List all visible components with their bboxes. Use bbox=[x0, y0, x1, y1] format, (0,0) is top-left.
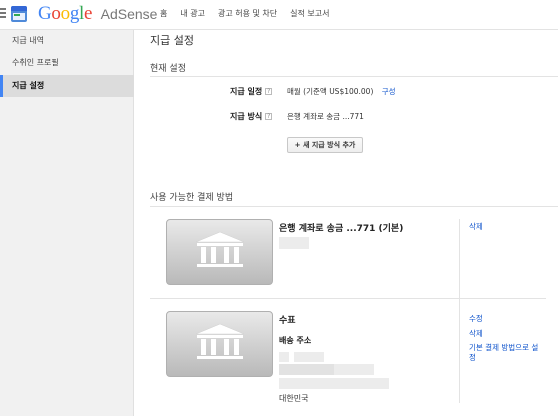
help-icon[interactable]: ? bbox=[265, 88, 273, 95]
page-title: 지급 설정 bbox=[150, 34, 194, 47]
bank-icon bbox=[195, 323, 245, 359]
delete-link[interactable]: 삭제 bbox=[469, 221, 483, 232]
divider bbox=[150, 206, 558, 207]
shipping-country: 대한민국 bbox=[279, 394, 309, 403]
sidebar: 지급 내역 수취인 프로필 지급 설정 bbox=[0, 30, 134, 416]
payment-schedule-label: 지급 일정? bbox=[230, 87, 273, 96]
configure-schedule-link[interactable]: 구성 bbox=[382, 87, 396, 96]
delete-link[interactable]: 삭제 bbox=[469, 328, 483, 339]
main-content: 지급 설정 현재 설정 지급 일정? 매월 (기준액 US$100.00) 구성… bbox=[134, 30, 558, 416]
sidebar-item-payment-history[interactable]: 지급 내역 bbox=[0, 30, 134, 52]
redacted-text bbox=[334, 364, 374, 375]
divider bbox=[150, 76, 558, 77]
payment-method-title: 수표 bbox=[279, 316, 296, 326]
top-bar: Google AdSense 홈 내 광고 광고 허용 및 차단 실적 보고서 bbox=[0, 0, 558, 30]
redacted-text bbox=[279, 364, 339, 375]
bank-transfer-card bbox=[166, 219, 273, 285]
set-default-link[interactable]: 기본 결제 방법으로 설정 bbox=[469, 343, 544, 363]
payment-method-title: 은행 계좌로 송금 ...771 (기본) bbox=[279, 224, 404, 234]
menu-icon[interactable] bbox=[0, 8, 6, 18]
redacted-text bbox=[294, 352, 324, 362]
redacted-text bbox=[279, 237, 309, 249]
brand-logo[interactable]: Google AdSense bbox=[38, 3, 157, 25]
sidebar-item-payee-profile[interactable]: 수취인 프로필 bbox=[0, 52, 134, 74]
redacted-text bbox=[279, 352, 289, 362]
available-methods-heading: 사용 가능한 결제 방법 bbox=[150, 193, 234, 203]
nav-performance-reports[interactable]: 실적 보고서 bbox=[290, 8, 329, 19]
shipping-address-label: 배송 주소 bbox=[279, 336, 312, 345]
edit-link[interactable]: 수정 bbox=[469, 313, 483, 324]
payment-method-label: 지급 방식? bbox=[230, 112, 273, 121]
redacted-text bbox=[279, 378, 389, 389]
current-settings-heading: 현재 설정 bbox=[150, 64, 186, 74]
google-wordmark: Google bbox=[38, 3, 93, 24]
nav-my-ads[interactable]: 내 광고 bbox=[180, 8, 205, 19]
bank-icon bbox=[195, 231, 245, 267]
divider bbox=[150, 298, 546, 299]
add-payment-method-button[interactable]: + 새 지급 방식 추가 bbox=[287, 137, 363, 153]
product-name: AdSense bbox=[100, 6, 158, 22]
nav-home[interactable]: 홈 bbox=[160, 8, 167, 19]
check-card bbox=[166, 311, 273, 377]
payment-method-value: 은행 계좌로 송금 ...771 bbox=[287, 112, 364, 121]
payment-schedule-value: 매월 (기준액 US$100.00) 구성 bbox=[287, 87, 396, 96]
top-nav: 홈 내 광고 광고 허용 및 차단 실적 보고서 bbox=[160, 0, 343, 26]
adsense-logo-icon bbox=[11, 6, 27, 22]
divider bbox=[459, 311, 460, 403]
help-icon[interactable]: ? bbox=[265, 113, 273, 120]
sidebar-item-payment-settings[interactable]: 지급 설정 bbox=[0, 75, 134, 97]
nav-allow-block-ads[interactable]: 광고 허용 및 차단 bbox=[218, 8, 277, 19]
